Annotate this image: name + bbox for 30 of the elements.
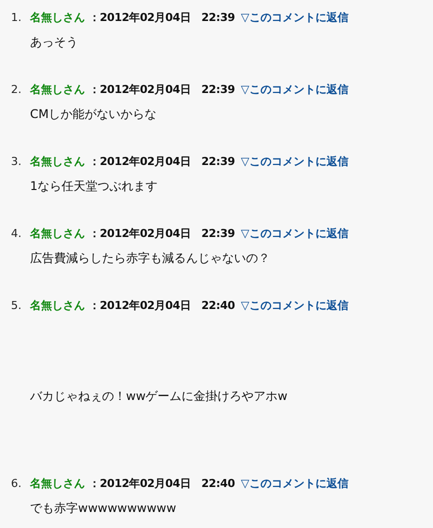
commenter-name: 名無しさん <box>30 226 85 242</box>
comment-date: ：2012年02月04日 22:40 <box>89 298 235 314</box>
comment-text: 広告費減らしたら赤字も減るんじゃないの？ <box>29 250 271 267</box>
reply-link[interactable]: ▽このコメントに返信 <box>240 298 348 314</box>
comment-text: バカじゃねぇの！wwゲームに金掛けろやアホw <box>29 388 288 405</box>
comment-text: でも赤字wwwwwwwwww <box>29 500 178 517</box>
reply-link[interactable]: ▽このコメントに返信 <box>240 82 348 98</box>
reply-link[interactable]: ▽このコメントに返信 <box>240 476 348 492</box>
reply-link[interactable]: ▽このコメントに返信 <box>240 226 348 242</box>
comment-number: 2. <box>11 82 22 98</box>
commenter-name: 名無しさん <box>30 82 85 98</box>
commenter-name: 名無しさん <box>30 154 85 170</box>
comment-text: あっそう <box>29 34 79 51</box>
comment-date: ：2012年02月04日 22:40 <box>89 476 235 492</box>
reply-link[interactable]: ▽このコメントに返信 <box>240 10 348 26</box>
comment-date: ：2012年02月04日 22:39 <box>89 154 235 170</box>
commenter-name: 名無しさん <box>30 10 85 26</box>
comment-number: 3. <box>11 154 22 170</box>
comment-date: ：2012年02月04日 22:39 <box>89 226 235 242</box>
comment-text: 1なら任天堂つぶれます <box>29 178 159 195</box>
commenter-name: 名無しさん <box>30 298 85 314</box>
comment-number: 6. <box>11 476 22 492</box>
reply-link[interactable]: ▽このコメントに返信 <box>240 154 348 170</box>
comment-date: ：2012年02月04日 22:39 <box>89 10 235 26</box>
commenter-name: 名無しさん <box>30 476 85 492</box>
comment-number: 4. <box>11 226 22 242</box>
comment-number: 5. <box>11 298 22 314</box>
comment-number: 1. <box>11 10 22 26</box>
comment-text: CMしか能がないからな <box>29 106 158 123</box>
comment-date: ：2012年02月04日 22:39 <box>89 82 235 98</box>
